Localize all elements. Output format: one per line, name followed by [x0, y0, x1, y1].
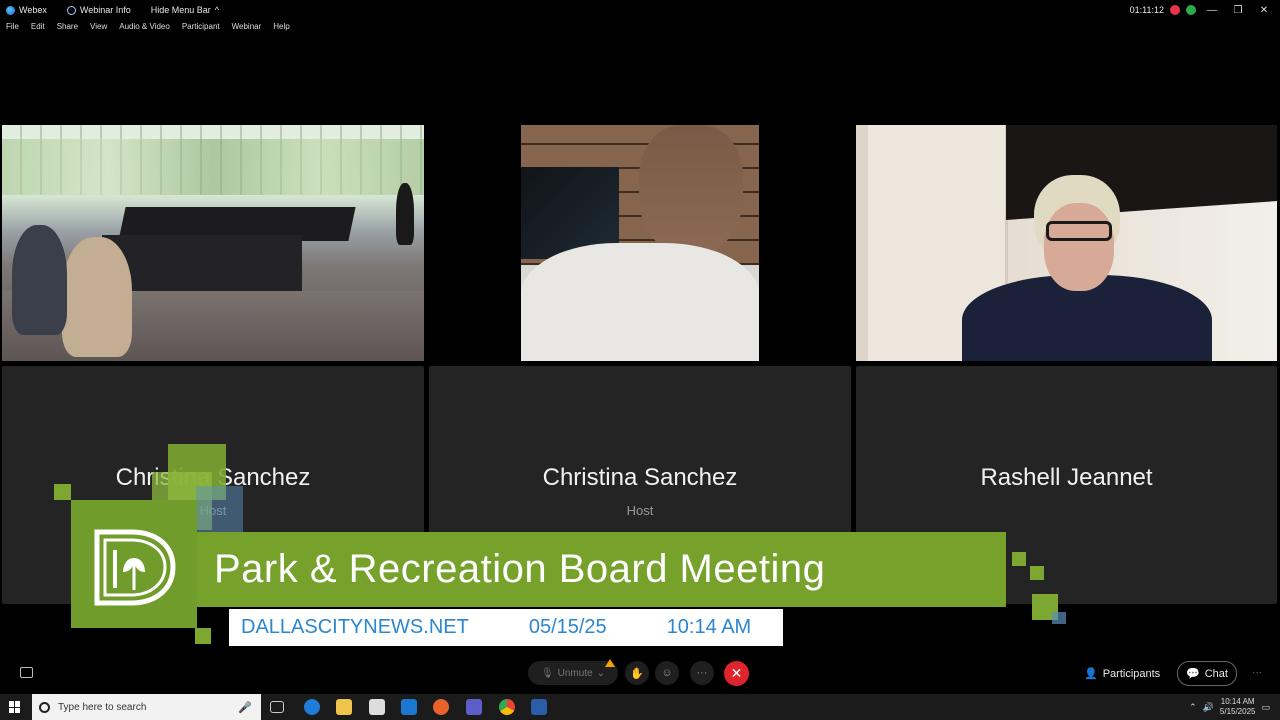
mail-icon[interactable] [401, 699, 417, 715]
file-explorer-icon[interactable] [336, 699, 352, 715]
titlebar-right: 01:11:12 — ❐ ✕ [1130, 0, 1280, 20]
participant-name: Christina Sanchez [542, 464, 738, 491]
menu-audio-video[interactable]: Audio & Video [119, 22, 170, 36]
menu-webinar[interactable]: Webinar [232, 22, 262, 36]
hide-menu-bar-label: Hide Menu Bar [150, 5, 211, 15]
window-titlebar: Webex Webinar Info Hide Menu Bar ^ 01:11… [0, 0, 1280, 20]
task-view-icon[interactable] [270, 701, 284, 713]
raise-hand-icon[interactable]: ✋ [625, 661, 649, 685]
menu-view[interactable]: View [90, 22, 107, 36]
meeting-timer: 01:11:12 [1129, 5, 1164, 15]
teams-icon[interactable] [466, 699, 482, 715]
taskbar-search[interactable]: Type here to search 🎤 [32, 694, 261, 720]
clock[interactable]: 10:14 AM 5/15/2025 [1220, 697, 1256, 717]
head [639, 125, 743, 255]
webex-app-menu[interactable]: Webex [6, 5, 47, 15]
leave-meeting-button[interactable]: ✕ [724, 661, 749, 686]
clock-date: 5/15/2025 [1219, 707, 1256, 716]
decor-square [1052, 612, 1066, 624]
attendee [396, 183, 414, 245]
status-icon[interactable] [1186, 5, 1196, 15]
network-icon[interactable]: ⌃ [1189, 702, 1197, 713]
video-tile-participant-2[interactable] [429, 125, 851, 361]
date-label: 05/15/25 [528, 616, 607, 638]
participant-tile-1[interactable]: Christina Sanchez Host [2, 366, 424, 604]
participant-video [521, 125, 759, 361]
chevron-up-icon: ^ [214, 5, 219, 15]
search-placeholder: Type here to search [58, 701, 147, 713]
participants-label: Participants [1102, 667, 1161, 680]
store-icon[interactable] [369, 699, 385, 715]
shirt [521, 243, 759, 361]
menu-bar: File Edit Share View Audio & Video Parti… [0, 22, 296, 36]
menu-participant[interactable]: Participant [182, 22, 220, 36]
attendee [12, 225, 67, 335]
search-icon [39, 701, 50, 713]
windows-taskbar: Type here to search 🎤 ⌃ 🔊 10:14 AM 5/15/… [0, 694, 1280, 720]
conference-table-front [102, 235, 302, 295]
trees [2, 139, 424, 195]
more-panels-icon[interactable]: ··· [1252, 667, 1262, 678]
layout-icon[interactable] [20, 667, 33, 678]
webinar-info-button[interactable]: Webinar Info [66, 5, 131, 15]
close-icon[interactable]: ✕ [1254, 5, 1274, 16]
face [1044, 203, 1114, 291]
person-icon: 👤 [1084, 668, 1098, 680]
participant-tile-2[interactable]: Christina Sanchez Host [429, 366, 851, 604]
chevron-down-icon: ⌄ [596, 667, 606, 679]
firefox-icon[interactable] [433, 699, 449, 715]
participant-tile-3[interactable]: Rashell Jeannet [856, 366, 1277, 604]
website-label: DALLASCITYNEWS.NET [241, 616, 469, 638]
unmute-label: Unmute [557, 667, 593, 679]
attendee [62, 237, 132, 357]
meeting-controls: 🎙 Unmute ⌄ ✋ ☺ ··· ✕ 👤 Participants 💬 Ch… [0, 659, 1280, 688]
video-tile-participant-3[interactable] [856, 125, 1277, 361]
microphone-icon[interactable]: 🎤 [238, 701, 252, 714]
participant-role: Host [199, 503, 227, 518]
participant-name: Christina Sanchez [115, 464, 311, 491]
chat-icon: 💬 [1186, 668, 1200, 680]
menu-help[interactable]: Help [273, 22, 289, 36]
menu-file[interactable]: File [6, 22, 19, 36]
more-options-icon[interactable]: ··· [690, 661, 714, 685]
menu-share[interactable]: Share [57, 22, 78, 36]
warning-icon [605, 659, 615, 667]
video-tile-meeting-room[interactable] [2, 125, 424, 361]
system-tray: ⌃ 🔊 10:14 AM 5/15/2025 ▭ [1189, 694, 1280, 720]
webex-taskbar-icon[interactable] [531, 699, 547, 715]
time-label: 10:14 AM [666, 616, 752, 638]
chat-button[interactable]: 💬 Chat [1177, 661, 1237, 686]
chat-label: Chat [1204, 667, 1228, 680]
glasses [1046, 221, 1112, 241]
edge-icon[interactable] [304, 699, 320, 715]
recording-icon[interactable] [1170, 5, 1180, 15]
decor-square [195, 628, 211, 644]
windows-start-icon[interactable] [9, 701, 21, 713]
mic-muted-icon: 🎙 [540, 667, 554, 679]
notifications-icon[interactable]: ▭ [1261, 702, 1270, 713]
globe-icon [66, 5, 76, 15]
webinar-info-label: Webinar Info [79, 5, 131, 15]
volume-icon[interactable]: 🔊 [1203, 702, 1214, 713]
participant-name: Rashell Jeannet [980, 464, 1153, 491]
app-name: Webex [19, 5, 47, 15]
hide-menu-bar-button[interactable]: Hide Menu Bar ^ [151, 5, 219, 15]
restore-icon[interactable]: ❐ [1228, 5, 1248, 16]
reactions-icon[interactable]: ☺ [655, 661, 679, 685]
webex-logo-icon [6, 5, 15, 15]
participant-role: Host [626, 503, 654, 518]
info-bar: DALLASCITYNEWS.NET 05/15/25 10:14 AM [229, 609, 783, 646]
minimize-icon[interactable]: — [1202, 5, 1222, 16]
participants-button[interactable]: 👤 Participants [1084, 667, 1161, 681]
clock-time: 10:14 AM [1220, 697, 1255, 706]
chrome-icon[interactable] [499, 699, 515, 715]
menu-edit[interactable]: Edit [31, 22, 45, 36]
